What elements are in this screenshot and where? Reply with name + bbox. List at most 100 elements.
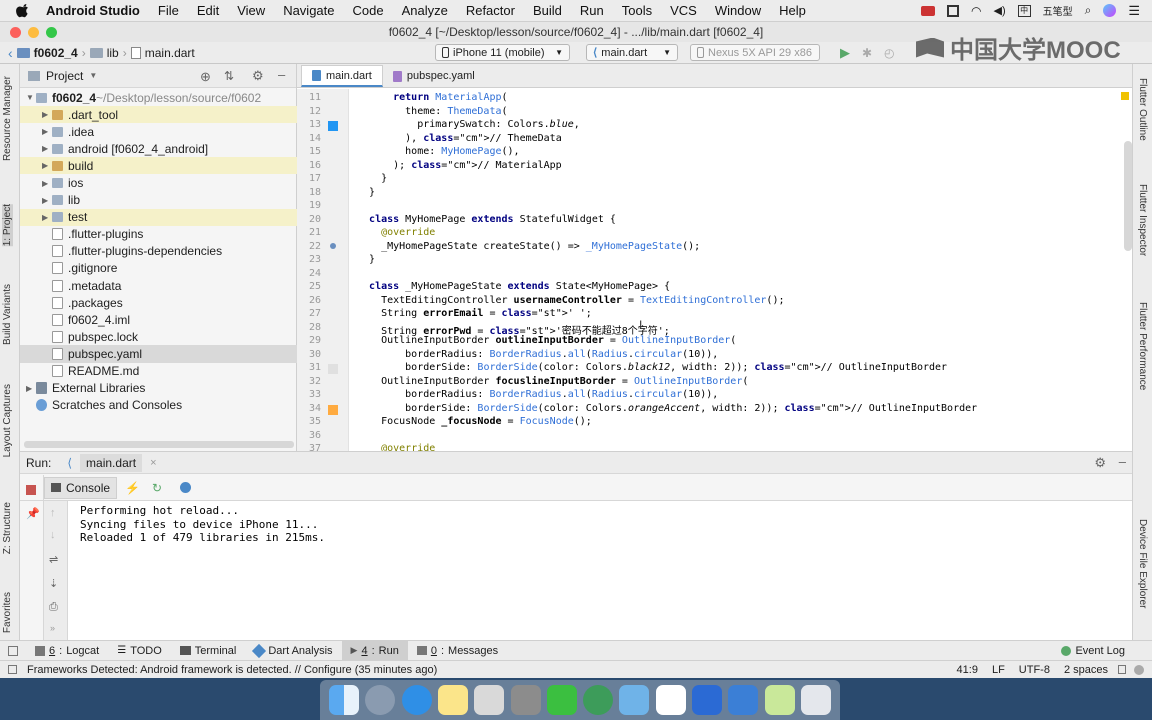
- tool-flutter-performance[interactable]: Flutter Performance: [1137, 302, 1148, 390]
- tool-device-file-explorer[interactable]: Device File Explorer: [1137, 519, 1148, 608]
- input-method-label[interactable]: 五笔型: [1043, 3, 1073, 18]
- notification-center-icon[interactable]: ☰: [1128, 3, 1140, 19]
- baidu-netdisk-icon[interactable]: [655, 685, 686, 715]
- indent-setting[interactable]: 2 spaces: [1064, 664, 1108, 676]
- tab-pubspec-yaml[interactable]: pubspec.yaml: [383, 65, 485, 87]
- close-icon[interactable]: ×: [150, 457, 156, 469]
- zoom-window-icon[interactable]: [46, 27, 57, 38]
- caret-position[interactable]: 41:9: [957, 664, 978, 676]
- tree-item[interactable]: Scratches and Consoles: [20, 397, 297, 414]
- horizontal-scrollbar[interactable]: [24, 441, 294, 448]
- console-output[interactable]: Performing hot reload... Syncing files t…: [68, 501, 1132, 641]
- chevron-right-icon[interactable]: ▶: [42, 213, 52, 222]
- tree-item[interactable]: ▶ ios: [20, 174, 297, 191]
- screenshot-icon[interactable]: [474, 685, 505, 715]
- color-swatch-orange-icon[interactable]: [328, 404, 338, 415]
- menu-vcs[interactable]: VCS: [670, 3, 697, 18]
- gear-icon[interactable]: ⚙: [1094, 455, 1106, 471]
- trash-icon[interactable]: [800, 685, 831, 715]
- tab-logcat[interactable]: 6: Logcat: [26, 641, 108, 661]
- code-area[interactable]: return MaterialApp( theme: ThemeData( pr…: [357, 89, 1117, 451]
- tab-todo[interactable]: ☰ TODO: [108, 641, 171, 661]
- spotlight-search-icon[interactable]: ⌕: [1085, 3, 1092, 18]
- tree-item[interactable]: README.md: [20, 363, 297, 380]
- file-encoding[interactable]: UTF-8: [1019, 664, 1050, 676]
- tree-item[interactable]: .flutter-plugins: [20, 226, 297, 243]
- run-config-selector[interactable]: ⟨ main.dart ▼: [586, 44, 678, 61]
- back-arrow-icon[interactable]: ‹: [8, 45, 13, 61]
- notes-icon[interactable]: [437, 685, 468, 715]
- menu-analyze[interactable]: Analyze: [402, 3, 448, 18]
- breadcrumb-lib[interactable]: lib: [107, 46, 119, 60]
- tree-item[interactable]: ▼ f0602_4 ~/Desktop/lesson/source/f0602: [20, 89, 297, 106]
- close-window-icon[interactable]: [10, 27, 21, 38]
- line-separator[interactable]: LF: [992, 664, 1005, 676]
- devtools-icon[interactable]: [180, 482, 192, 493]
- volume-icon[interactable]: ◀): [993, 4, 1005, 17]
- menu-window[interactable]: Window: [715, 3, 761, 18]
- project-view-selector[interactable]: Project: [46, 69, 83, 83]
- run-icon[interactable]: ▶: [840, 45, 850, 61]
- collapse-all-icon[interactable]: ⇅: [224, 69, 234, 83]
- tree-item[interactable]: .packages: [20, 294, 297, 311]
- finder-icon[interactable]: [329, 685, 360, 715]
- gear-icon[interactable]: ⚙: [252, 68, 264, 84]
- system-preferences-icon[interactable]: [510, 685, 541, 715]
- print-icon[interactable]: ⎙: [49, 601, 58, 614]
- status-toggle-icon[interactable]: [8, 665, 17, 674]
- wps-writer-icon[interactable]: [691, 685, 722, 715]
- tree-item[interactable]: ▶ .dart_tool: [20, 106, 297, 124]
- lock-icon[interactable]: [1118, 665, 1126, 674]
- tool-build-variants[interactable]: Build Variants: [2, 284, 13, 345]
- scroll-up-icon[interactable]: ↑: [50, 507, 56, 519]
- menu-app-name[interactable]: Android Studio: [46, 3, 140, 18]
- tree-item[interactable]: .metadata: [20, 277, 297, 294]
- event-log-button[interactable]: Event Log: [1052, 641, 1134, 661]
- tool-layout-captures[interactable]: Layout Captures: [2, 384, 13, 457]
- tool-windows-icon[interactable]: [8, 645, 18, 656]
- color-swatch-black12-icon[interactable]: [328, 364, 338, 374]
- breadcrumb-file[interactable]: main.dart: [145, 46, 195, 60]
- grid-icon[interactable]: [947, 4, 959, 17]
- breadcrumb-project[interactable]: f0602_4: [34, 46, 78, 60]
- tree-item[interactable]: f0602_4.iml: [20, 311, 297, 328]
- more-icon[interactable]: »: [50, 623, 55, 633]
- status-message[interactable]: Frameworks Detected: Android framework i…: [27, 664, 437, 676]
- menu-build[interactable]: Build: [533, 3, 562, 18]
- tree-item[interactable]: ▶ External Libraries: [20, 380, 297, 397]
- locate-file-icon[interactable]: ⊕: [200, 69, 211, 85]
- tab-run[interactable]: ▶ 4: Run: [341, 640, 408, 661]
- wps-icon[interactable]: [764, 685, 795, 715]
- tool-project[interactable]: 1: Project: [2, 204, 13, 247]
- tree-item[interactable]: pubspec.yaml: [20, 345, 297, 363]
- avd-selector[interactable]: Nexus 5X API 29 x86: [690, 44, 820, 61]
- chevron-right-icon[interactable]: ▶: [42, 144, 52, 153]
- tool-favorites[interactable]: Favorites: [2, 592, 13, 633]
- chevron-right-icon[interactable]: ▶: [26, 384, 36, 393]
- console-tab[interactable]: Console: [44, 476, 118, 499]
- chevron-right-icon[interactable]: ▶: [42, 110, 52, 119]
- safari-icon[interactable]: [401, 685, 432, 715]
- menu-view[interactable]: View: [237, 3, 265, 18]
- tree-item[interactable]: ▶ .idea: [20, 123, 297, 140]
- device-selector[interactable]: iPhone 11 (mobile) ▼: [435, 44, 570, 61]
- color-swatch-blue-icon[interactable]: [328, 121, 338, 131]
- tree-item[interactable]: ▶ test: [20, 208, 297, 226]
- editor-scrollbar[interactable]: [1124, 91, 1132, 451]
- wechat-icon[interactable]: [546, 685, 577, 715]
- menu-code[interactable]: Code: [353, 3, 384, 18]
- tree-item[interactable]: ▶ android [f0602_4_android]: [20, 140, 297, 157]
- tool-flutter-inspector[interactable]: Flutter Inspector: [1137, 184, 1148, 256]
- tool-flutter-outline[interactable]: Flutter Outline: [1137, 78, 1148, 141]
- stop-icon[interactable]: [26, 485, 36, 495]
- hide-panel-icon[interactable]: –: [1119, 454, 1126, 469]
- debug-icon[interactable]: ✱: [862, 46, 872, 60]
- launchpad-icon[interactable]: [365, 685, 396, 715]
- input-method-icon[interactable]: 中: [1017, 4, 1031, 17]
- hot-reload-icon[interactable]: ⚡: [125, 481, 140, 495]
- menu-refactor[interactable]: Refactor: [466, 3, 515, 18]
- pin-icon[interactable]: 📌: [26, 507, 40, 520]
- chevron-right-icon[interactable]: ▶: [42, 179, 52, 188]
- hot-restart-icon[interactable]: ↻: [152, 481, 162, 495]
- minimize-window-icon[interactable]: [28, 27, 39, 38]
